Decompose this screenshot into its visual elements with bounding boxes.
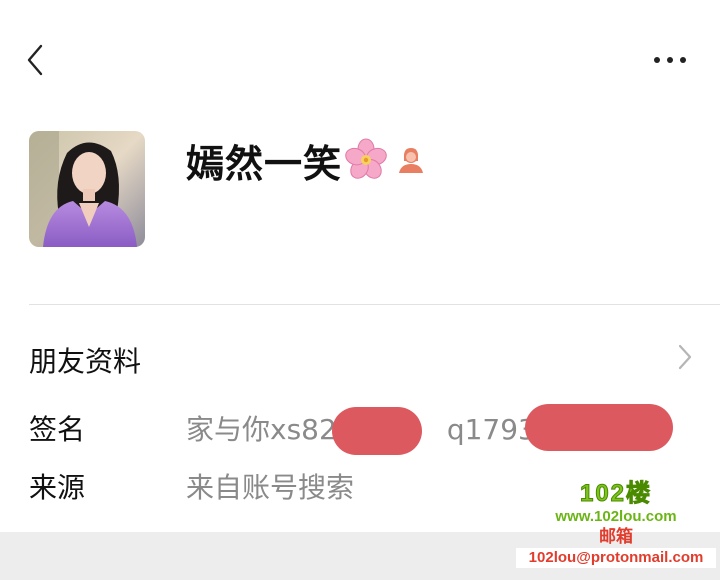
chevron-left-icon xyxy=(27,44,43,76)
back-button[interactable] xyxy=(22,42,50,78)
friend-info-row[interactable]: 朋友资料 xyxy=(29,330,694,386)
signature-label: 签名 xyxy=(29,413,86,446)
watermark: 102楼 www.102lou.com 邮箱 102lou@protonmail… xyxy=(516,480,716,578)
cherry-blossom-icon xyxy=(345,138,387,179)
chevron-right-icon xyxy=(678,344,692,370)
avatar[interactable] xyxy=(29,131,145,247)
friend-info-title: 朋友资料 xyxy=(29,345,142,378)
signature-text-part2: q1793 xyxy=(446,413,536,446)
watermark-mail-label: 邮箱 xyxy=(599,527,633,546)
more-dots-icon xyxy=(654,57,686,63)
user-avatar-photo xyxy=(29,131,145,247)
source-value: 来自账号搜索 xyxy=(186,471,355,504)
source-label: 来源 xyxy=(29,471,86,504)
redaction-mark xyxy=(525,404,673,451)
more-options-button[interactable] xyxy=(648,50,692,70)
divider xyxy=(29,304,720,305)
watermark-mail: 102lou@protonmail.com xyxy=(516,548,716,568)
redaction-mark xyxy=(332,407,422,455)
female-user-icon xyxy=(399,148,424,173)
watermark-url: www.102lou.com xyxy=(555,508,677,525)
nickname-row: 嫣然一笑 xyxy=(186,132,426,188)
nickname: 嫣然一笑 xyxy=(186,141,343,186)
watermark-brand: 102楼 xyxy=(579,480,653,508)
signature-text-part1: 家与你xs82 xyxy=(186,413,337,446)
